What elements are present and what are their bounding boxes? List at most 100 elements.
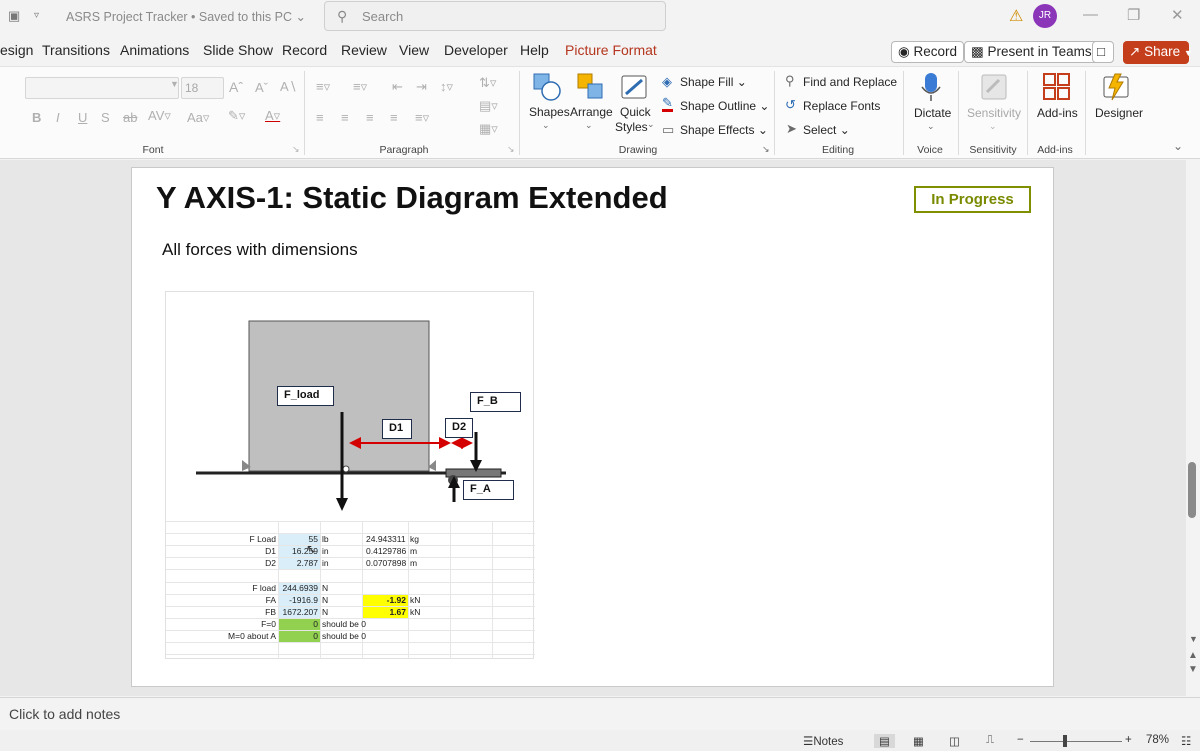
find-replace-button[interactable]: Find and Replace xyxy=(803,75,897,89)
arrange-button[interactable]: Arrange xyxy=(570,105,613,119)
slide-title[interactable]: Y AXIS-1: Static Diagram Extended xyxy=(156,180,668,216)
record-button[interactable]: ◉ Record xyxy=(891,41,965,63)
microphone-icon[interactable] xyxy=(916,72,946,102)
text-direction-icon[interactable]: ⇅▿ xyxy=(479,75,496,91)
add-ins-button[interactable]: Add-ins xyxy=(1037,106,1078,120)
table-cell: kN xyxy=(410,607,421,617)
align-center-icon[interactable]: ≡ xyxy=(341,110,349,125)
decrease-indent-icon[interactable]: ⇤ xyxy=(392,79,403,95)
shrink-font-icon[interactable]: Aˇ xyxy=(255,80,268,95)
slide-show-icon[interactable]: ⎍ xyxy=(986,734,994,747)
comments-button[interactable]: □ xyxy=(1092,41,1114,63)
share-button[interactable]: ↗ Share ▼ xyxy=(1123,41,1193,64)
tab-design[interactable]: esign xyxy=(0,42,33,58)
static-diagram-picture[interactable]: F_load F_B D1 D2 F_A F Load 55 lb 24.943… xyxy=(165,291,535,659)
warning-icon[interactable]: ⚠ xyxy=(1009,6,1023,26)
designer-button[interactable]: Designer xyxy=(1095,106,1143,120)
slide[interactable]: Y AXIS-1: Static Diagram Extended In Pro… xyxy=(131,167,1054,687)
shapes-button[interactable]: Shapes xyxy=(529,105,570,119)
dictate-button[interactable]: Dictate xyxy=(914,106,951,120)
status-badge[interactable]: In Progress xyxy=(914,186,1031,213)
restore-icon[interactable]: ❐ xyxy=(1127,6,1140,24)
reading-view-icon[interactable]: ◫ xyxy=(949,734,960,748)
tab-review[interactable]: Review xyxy=(341,42,387,58)
collapse-ribbon-icon[interactable]: ⌄ xyxy=(1173,139,1183,153)
align-text-icon[interactable]: ▤▿ xyxy=(479,98,498,114)
increase-indent-icon[interactable]: ⇥ xyxy=(416,79,427,95)
arrange-icon[interactable] xyxy=(576,72,606,102)
font-name-combo[interactable] xyxy=(25,77,179,99)
slide-sorter-icon[interactable]: ▦ xyxy=(913,734,924,748)
align-right-icon[interactable]: ≡ xyxy=(366,110,374,125)
app-menu-icon[interactable]: ▣ xyxy=(8,8,20,24)
highlight-icon[interactable]: ✎▿ xyxy=(228,108,245,124)
justify-icon[interactable]: ≡ xyxy=(390,110,398,125)
underline-icon[interactable]: U xyxy=(78,110,87,125)
designer-icon[interactable] xyxy=(1101,72,1131,102)
numbering-icon[interactable]: ≡▿ xyxy=(353,79,367,95)
italic-icon[interactable]: I xyxy=(56,110,60,125)
fit-to-window-icon[interactable]: ☷ xyxy=(1181,734,1191,748)
font-size-combo[interactable]: 18 xyxy=(181,77,224,99)
quick-styles-button-line2[interactable]: Styles xyxy=(615,120,648,134)
select-button[interactable]: Select ⌄ xyxy=(803,123,850,137)
tab-record[interactable]: Record xyxy=(282,42,327,58)
avatar[interactable]: JR xyxy=(1033,4,1057,28)
vertical-scrollbar[interactable] xyxy=(1186,160,1200,696)
bold-icon[interactable]: B xyxy=(32,110,41,125)
align-left-icon[interactable]: ≡ xyxy=(316,110,324,125)
qat-dropdown-icon[interactable]: ▿ xyxy=(34,10,39,21)
replace-fonts-button[interactable]: Replace Fonts xyxy=(803,99,880,113)
tab-view[interactable]: View xyxy=(399,42,429,58)
previous-slide-icon[interactable]: ▲ xyxy=(1188,650,1198,661)
tab-transitions[interactable]: Transitions xyxy=(42,42,110,58)
document-title[interactable]: ASRS Project Tracker • Saved to this PC … xyxy=(66,9,306,24)
shape-effects-button[interactable]: Shape Effects ⌄ xyxy=(680,123,768,137)
ribbon-separator xyxy=(774,71,775,155)
shapes-icon[interactable] xyxy=(532,72,562,102)
teams-icon: ▩ xyxy=(971,44,984,59)
clear-format-icon[interactable]: A∖ xyxy=(280,79,297,95)
tab-help[interactable]: Help xyxy=(520,42,549,58)
shadow-icon[interactable]: S xyxy=(101,110,110,125)
zoom-in-icon[interactable]: + xyxy=(1125,734,1132,746)
scroll-down-icon[interactable]: ▼ xyxy=(1189,634,1198,644)
quick-styles-icon[interactable] xyxy=(620,72,650,102)
zoom-out-icon[interactable]: − xyxy=(1017,734,1024,746)
change-case-icon[interactable]: Aa▿ xyxy=(187,110,209,126)
line-spacing-icon[interactable]: ↕▿ xyxy=(440,79,453,95)
zoom-slider-thumb[interactable] xyxy=(1063,735,1067,747)
paragraph-dialog-launcher-icon[interactable]: ↘ xyxy=(507,144,515,155)
strikethrough-icon[interactable]: ab xyxy=(123,110,137,125)
minimize-icon[interactable]: — xyxy=(1083,6,1098,23)
present-in-teams-button[interactable]: ▩ Present in Teams xyxy=(964,41,1099,63)
search-box[interactable]: ⚲ Search xyxy=(324,1,666,31)
notes-placeholder[interactable]: Click to add notes xyxy=(9,706,120,722)
notes-toggle-button[interactable]: ☰Notes xyxy=(803,734,843,748)
close-icon[interactable]: ✕ xyxy=(1171,6,1184,24)
char-spacing-icon[interactable]: AV▿ xyxy=(148,108,171,124)
grow-font-icon[interactable]: Aˆ xyxy=(229,79,243,95)
quick-styles-button[interactable]: Quick xyxy=(620,105,651,119)
shape-outline-button[interactable]: Shape Outline ⌄ xyxy=(680,99,769,113)
next-slide-icon[interactable]: ▼ xyxy=(1188,664,1198,675)
notes-pane[interactable]: Click to add notes xyxy=(0,697,1200,729)
scrollbar-thumb[interactable] xyxy=(1188,462,1196,518)
tab-animations[interactable]: Animations xyxy=(120,42,189,58)
bullets-icon[interactable]: ≡▿ xyxy=(316,79,330,95)
font-color-icon[interactable]: A▿ xyxy=(265,108,280,124)
shape-fill-button[interactable]: Shape Fill ⌄ xyxy=(680,75,747,89)
tab-slide-show[interactable]: Slide Show xyxy=(203,42,273,58)
tab-picture-format[interactable]: Picture Format xyxy=(565,42,657,58)
zoom-level[interactable]: 78% xyxy=(1146,734,1169,746)
normal-view-icon[interactable]: ▤ xyxy=(874,734,895,748)
font-dialog-launcher-icon[interactable]: ↘ xyxy=(292,144,300,155)
drawing-dialog-launcher-icon[interactable]: ↘ xyxy=(762,144,770,155)
columns-icon[interactable]: ≡▿ xyxy=(415,110,429,126)
add-ins-icon[interactable] xyxy=(1042,72,1072,102)
tab-developer[interactable]: Developer xyxy=(444,42,508,58)
zoom-slider[interactable] xyxy=(1030,741,1122,742)
sensitivity-button[interactable]: Sensitivity xyxy=(967,106,1021,120)
smartart-icon[interactable]: ▦▿ xyxy=(479,121,498,137)
slide-subtitle[interactable]: All forces with dimensions xyxy=(162,240,358,260)
